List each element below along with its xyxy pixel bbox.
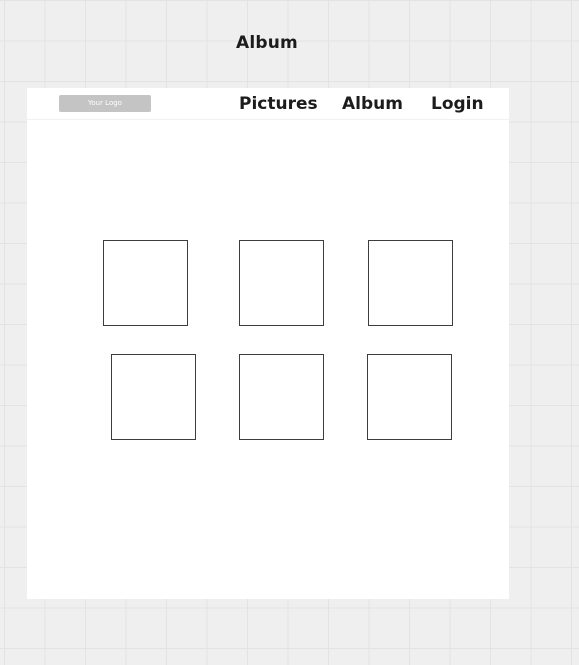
nav-album-link[interactable]: Album xyxy=(342,93,403,115)
page-frame: Your Logo Pictures Album Login xyxy=(27,88,509,599)
site-header: Your Logo Pictures Album Login xyxy=(27,88,509,120)
nav-pictures-link[interactable]: Pictures xyxy=(239,93,318,115)
album-tile[interactable] xyxy=(239,354,324,440)
site-logo[interactable]: Your Logo xyxy=(59,95,151,112)
canvas-title: Album xyxy=(236,33,298,53)
album-tile[interactable] xyxy=(368,240,453,326)
album-tile[interactable] xyxy=(239,240,324,326)
album-tile[interactable] xyxy=(111,354,196,440)
nav-login-link[interactable]: Login xyxy=(431,93,484,115)
album-tile[interactable] xyxy=(367,354,452,440)
album-tile[interactable] xyxy=(103,240,188,326)
